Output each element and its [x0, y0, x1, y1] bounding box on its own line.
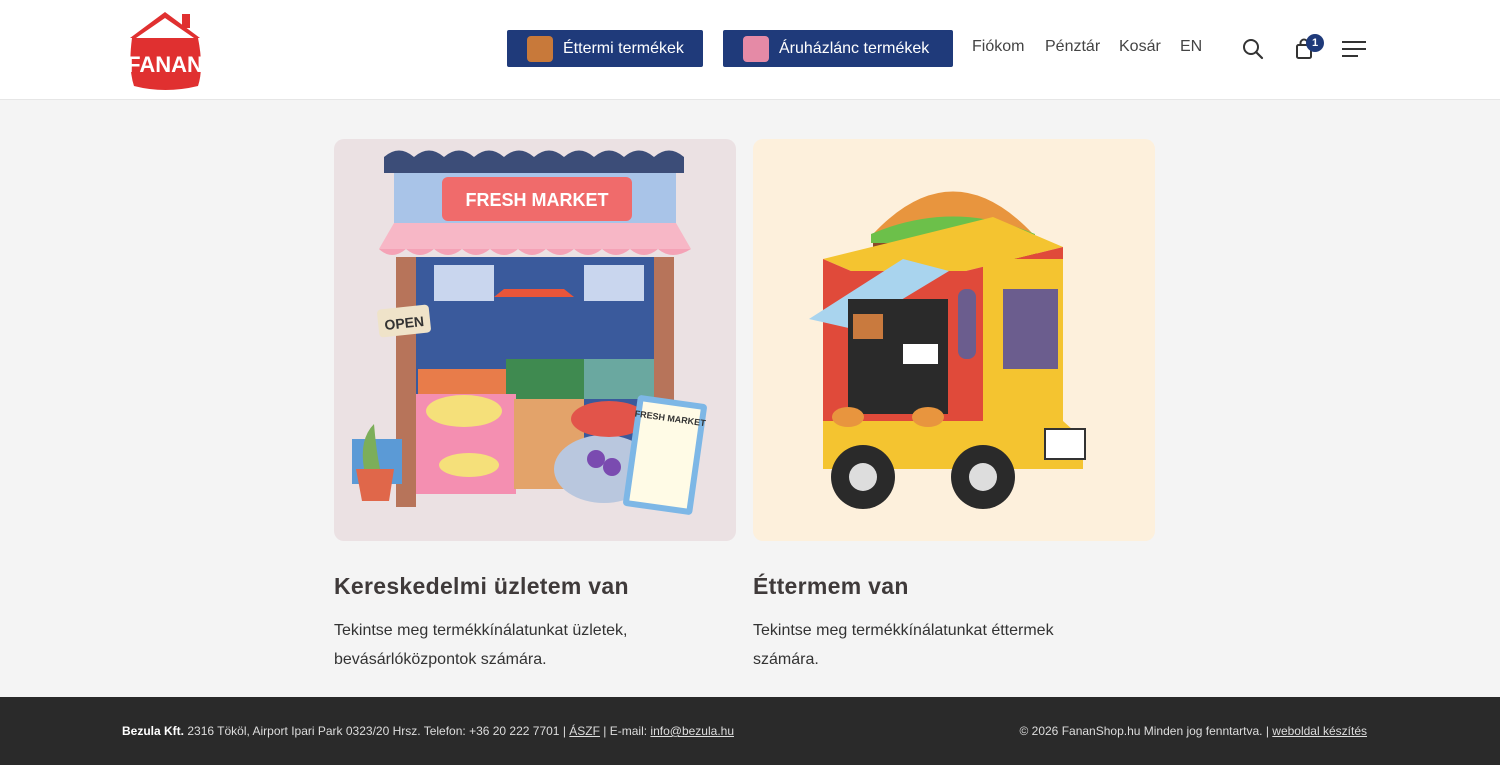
restaurant-description-line1: Tekintse meg termékkínálatunkat éttermek [753, 622, 1054, 639]
footer-email-link[interactable]: info@bezula.hu [650, 724, 734, 738]
search-icon[interactable] [1242, 38, 1264, 60]
nav-cart[interactable]: Kosár [1119, 38, 1161, 56]
nav-language[interactable]: EN [1180, 38, 1202, 56]
food-truck-illustration [809, 191, 1086, 509]
restaurant-products-label: Éttermi termékek [563, 39, 684, 57]
footer-address: 2316 Tököl, Airport Ipari Park 0323/20 H… [184, 724, 570, 738]
market-stall-illustration: FRESH MARKET OPEN FRESH MARKET [352, 150, 707, 515]
retail-description-line2: bevásárlóközpontok számára. [334, 651, 547, 668]
footer-webdesign-link[interactable]: weboldal készítés [1272, 724, 1367, 738]
chain-products-button[interactable]: Áruházlánc termékek [723, 30, 953, 67]
retail-card-title[interactable]: Kereskedelmi üzletem van [334, 573, 629, 600]
footer-company-name: Bezula Kft. [122, 724, 185, 738]
nav-account[interactable]: Fiókom [972, 38, 1024, 56]
footer-copyright-text: © 2026 FananShop.hu Minden jog fenntartv… [1019, 724, 1273, 738]
restaurant-products-button[interactable]: Éttermi termékek [507, 30, 703, 67]
restaurant-card-title[interactable]: Éttermem van [753, 573, 909, 600]
site-footer: Bezula Kft. 2316 Tököl, Airport Ipari Pa… [0, 697, 1500, 765]
svg-text:FRESH MARKET: FRESH MARKET [466, 190, 609, 210]
store-icon [743, 35, 769, 62]
footer-email-label: | E-mail: [599, 724, 651, 738]
market-stall-image[interactable]: FRESH MARKET OPEN FRESH MARKET [334, 139, 736, 541]
footer-company-info: Bezula Kft. 2316 Tököl, Airport Ipari Pa… [122, 724, 734, 738]
site-header: FANAN Éttermi termékek Áruházlánc termék… [0, 0, 1500, 100]
chain-products-label: Áruházlánc termékek [779, 39, 930, 57]
footer-copyright: © 2026 FananShop.hu Minden jog fenntartv… [1019, 724, 1367, 738]
food-truck-image[interactable] [753, 139, 1155, 541]
fanan-logo[interactable]: FANAN [120, 8, 210, 90]
svg-text:FANAN: FANAN [127, 52, 203, 77]
menu-icon[interactable] [1342, 40, 1366, 58]
footer-terms-link[interactable]: ÁSZF [569, 724, 600, 738]
nav-checkout[interactable]: Pénztár [1045, 38, 1100, 56]
restaurant-icon [527, 35, 553, 62]
cart-count-badge: 1 [1306, 34, 1324, 52]
retail-description-line1: Tekintse meg termékkínálatunkat üzletek, [334, 622, 628, 639]
restaurant-description-line2: számára. [753, 651, 819, 668]
restaurant-card-description: Tekintse meg termékkínálatunkat éttermek… [753, 616, 1093, 674]
retail-card-description: Tekintse meg termékkínálatunkat üzletek,… [334, 616, 674, 674]
